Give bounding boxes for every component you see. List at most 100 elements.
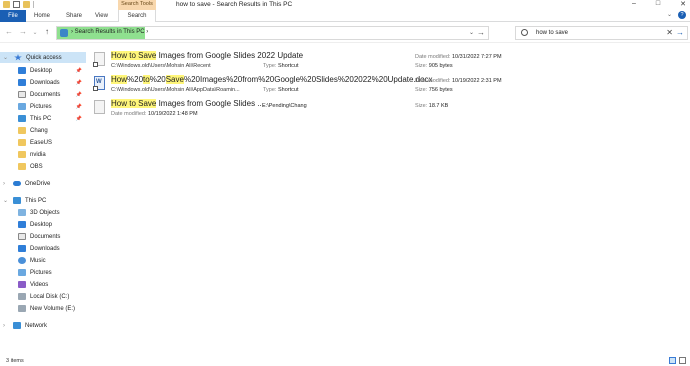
- large-icons-view-icon[interactable]: [679, 357, 686, 364]
- computer-icon: [18, 115, 26, 122]
- sidebar-item-chang[interactable]: Chang: [18, 125, 82, 136]
- maximize-button[interactable]: □: [656, 0, 660, 8]
- minimize-button[interactable]: –: [632, 0, 636, 8]
- computer-icon: [13, 197, 21, 204]
- search-input[interactable]: how to save: [536, 30, 568, 36]
- item-count: 3 items: [6, 358, 24, 364]
- sidebar-item-label: This PC: [25, 197, 47, 204]
- file-size: Size: 756 bytes: [415, 87, 453, 93]
- list-item[interactable]: How to Save Images from Google Slides ..…: [90, 95, 688, 119]
- sidebar-item-pictures-pc[interactable]: Pictures: [18, 267, 82, 278]
- chevron-down-icon: ⌄: [3, 55, 9, 61]
- tab-home[interactable]: Home: [34, 10, 50, 22]
- sidebar-item-label: Pictures: [30, 269, 52, 276]
- sidebar-item-label: Downloads: [30, 245, 60, 252]
- window-controls: – □ ✕: [632, 0, 686, 8]
- desktop-icon: [18, 221, 26, 228]
- sidebar-item-easeus[interactable]: EaseUS: [18, 137, 82, 148]
- list-item[interactable]: How to Save Images from Google Slides 20…: [90, 47, 688, 71]
- sidebar-item-3d-objects[interactable]: 3D Objects: [18, 207, 82, 218]
- sidebar-item-videos[interactable]: Videos: [18, 279, 82, 290]
- sidebar-item-label: Music: [30, 257, 46, 264]
- new-folder-icon[interactable]: [23, 1, 30, 8]
- shortcut-icon: [93, 52, 105, 67]
- date-modified: Date modified: 10/19/2022 2:31 PM: [415, 78, 502, 84]
- search-box[interactable]: how to save ✕ →: [515, 26, 688, 40]
- title-bar: how to save - Search Results in This PC …: [0, 0, 690, 10]
- navigation-pane: ⌄ Quick access Desktop 📌 Downloads 📌 Doc…: [0, 50, 86, 355]
- search-icon: [521, 29, 528, 36]
- sidebar-item-network[interactable]: › Network: [3, 320, 83, 331]
- sidebar-item-desktop[interactable]: Desktop 📌: [18, 65, 82, 76]
- downloads-icon: [18, 245, 26, 252]
- ribbon-right-controls: ⌄ ?: [667, 11, 686, 19]
- details-view-icon[interactable]: [669, 357, 676, 364]
- recent-locations-button[interactable]: ⌄: [30, 29, 40, 36]
- help-icon[interactable]: ?: [678, 11, 686, 19]
- back-button[interactable]: ←: [4, 27, 14, 36]
- search-go-button[interactable]: →: [676, 28, 684, 37]
- ribbon-tabs: File Home Share View Search: [0, 10, 690, 22]
- sidebar-item-pictures[interactable]: Pictures 📌: [18, 101, 82, 112]
- address-dropdown-button[interactable]: ⌄: [469, 29, 474, 36]
- sidebar-item-documents[interactable]: Documents 📌: [18, 89, 82, 100]
- pin-icon: 📌: [75, 79, 82, 86]
- sidebar-item-nvidia[interactable]: nvidia: [18, 149, 82, 160]
- search-results-list: How to Save Images from Google Slides 20…: [90, 45, 690, 355]
- sidebar-item-label: 3D Objects: [30, 209, 60, 216]
- tab-share[interactable]: Share: [66, 10, 82, 22]
- toolbar-divider: [33, 1, 34, 8]
- sidebar-item-this-pc[interactable]: ⌄ This PC: [3, 195, 83, 206]
- tab-search[interactable]: Search: [118, 10, 156, 22]
- pin-icon: 📌: [75, 91, 82, 98]
- pin-icon: 📌: [75, 67, 82, 74]
- chevron-right-icon: ›: [3, 322, 5, 329]
- tab-file[interactable]: File: [0, 10, 26, 22]
- music-icon: [18, 257, 26, 264]
- sidebar-item-label: Downloads: [30, 79, 60, 86]
- network-icon: [13, 322, 21, 329]
- sidebar-item-quick-access[interactable]: ⌄ Quick access: [0, 52, 86, 63]
- sidebar-item-label: Videos: [30, 281, 49, 288]
- cube-icon: [18, 209, 26, 216]
- sidebar-item-label: Local Disk (C:): [30, 293, 70, 300]
- desktop-icon: [18, 67, 26, 74]
- sidebar-item-label: Desktop: [30, 221, 53, 228]
- properties-icon[interactable]: [13, 1, 20, 8]
- clear-search-button[interactable]: ✕: [666, 28, 673, 37]
- sidebar-item-onedrive[interactable]: › OneDrive: [3, 178, 83, 189]
- folder-icon: [18, 139, 26, 146]
- sidebar-item-downloads-pc[interactable]: Downloads: [18, 243, 82, 254]
- breadcrumb[interactable]: › Search Results in This PC ›: [71, 29, 148, 35]
- sidebar-item-downloads[interactable]: Downloads 📌: [18, 77, 82, 88]
- word-document-icon: [93, 76, 105, 91]
- sidebar-item-label: Network: [25, 322, 48, 329]
- ribbon-expand-icon[interactable]: ⌄: [667, 11, 672, 19]
- sidebar-item-label: Desktop: [30, 67, 53, 74]
- up-button[interactable]: ↑: [42, 27, 52, 36]
- sidebar-item-desktop-pc[interactable]: Desktop: [18, 219, 82, 230]
- sidebar-item-label: Pictures: [30, 103, 52, 110]
- cloud-icon: [13, 181, 21, 186]
- sidebar-item-this-pc-pinned[interactable]: This PC 📌: [18, 113, 82, 124]
- sidebar-item-local-disk-c[interactable]: Local Disk (C:): [18, 291, 82, 302]
- address-bar[interactable]: › Search Results in This PC › ⌄ →: [56, 26, 489, 40]
- folder-icon: [18, 151, 26, 158]
- file-location: E:\Pending\Chang: [262, 103, 307, 109]
- drive-icon: [18, 305, 26, 312]
- tab-view[interactable]: View: [95, 10, 108, 22]
- pictures-icon: [18, 103, 26, 110]
- sidebar-item-new-volume-e[interactable]: New Volume (E:): [18, 303, 82, 314]
- search-tools-label: Search Tools: [118, 0, 156, 10]
- sidebar-item-documents-pc[interactable]: Documents: [18, 231, 82, 242]
- sidebar-item-label: nvidia: [30, 151, 46, 158]
- forward-button[interactable]: →: [18, 27, 28, 36]
- refresh-button[interactable]: →: [477, 28, 485, 37]
- sidebar-item-obs[interactable]: OBS: [18, 161, 82, 172]
- quick-access-toolbar: [3, 1, 34, 8]
- videos-icon: [18, 281, 26, 288]
- sidebar-item-music[interactable]: Music: [18, 255, 82, 266]
- navigation-bar: ← → ⌄ ↑ › Search Results in This PC › ⌄ …: [0, 23, 690, 43]
- close-button[interactable]: ✕: [680, 0, 686, 8]
- list-item[interactable]: How%20to%20Save%20Images%20from%20Google…: [90, 71, 688, 95]
